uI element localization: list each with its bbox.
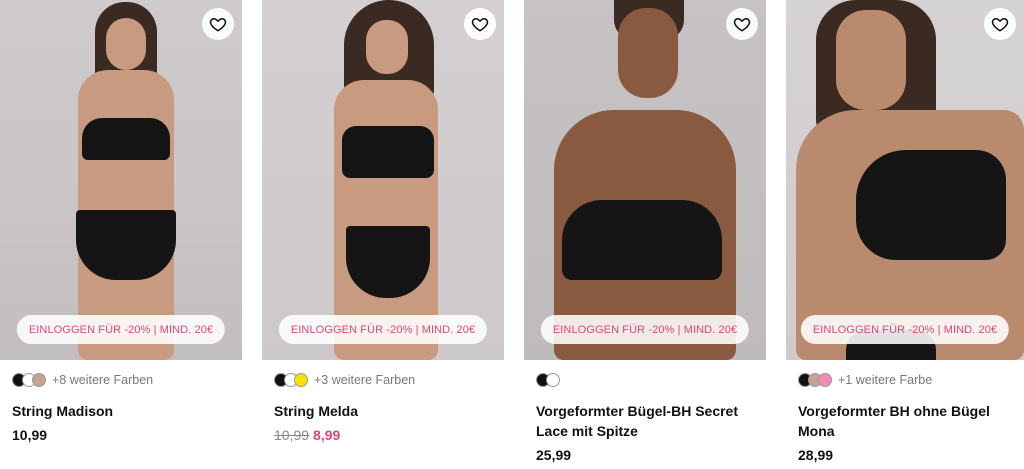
heart-icon [209,17,227,32]
color-swatch[interactable] [546,373,560,387]
more-colors-label[interactable]: +1 weitere Farbe [838,373,932,387]
product-price: 25,99 [536,447,572,463]
color-swatches: +8 weitere Farben [12,373,153,387]
promo-badge: EINLOGGEN FÜR -20% | MIND. 20€ [800,315,1010,344]
product-name[interactable]: String Madison [12,401,234,421]
wishlist-button[interactable] [984,8,1016,40]
product-image[interactable]: EINLOGGEN FÜR -20% | MIND. 20€ [262,0,504,360]
product-image[interactable]: EINLOGGEN FÜR -20% | MIND. 20€ [524,0,766,360]
product-image[interactable]: EINLOGGEN FÜR -20% | MIND. 20€ [786,0,1024,360]
product-photo [524,0,766,360]
product-name[interactable]: Vorgeformter Bügel-BH Secret Lace mit Sp… [536,401,758,441]
color-swatch[interactable] [818,373,832,387]
more-colors-label[interactable]: +8 weitere Farben [52,373,153,387]
wishlist-button[interactable] [464,8,496,40]
sale-price: 8,99 [313,427,341,443]
product-image[interactable]: EINLOGGEN FÜR -20% | MIND. 20€ [0,0,242,360]
product-card[interactable]: EINLOGGEN FÜR -20% | MIND. 20€ +8 weiter… [0,0,242,469]
wishlist-button[interactable] [202,8,234,40]
product-name[interactable]: Vorgeformter BH ohne Bügel Mona [798,401,1020,441]
product-price: 10,99 8,99 [274,427,340,443]
color-swatch[interactable] [32,373,46,387]
product-photo [0,0,242,360]
more-colors-label[interactable]: +3 weitere Farben [314,373,415,387]
product-card[interactable]: EINLOGGEN FÜR -20% | MIND. 20€ Vorgeform… [524,0,766,469]
heart-icon [733,17,751,32]
product-card[interactable]: EINLOGGEN FÜR -20% | MIND. 20€ +1 weiter… [786,0,1024,469]
product-price: 28,99 [798,447,834,463]
product-name[interactable]: String Melda [274,401,496,421]
product-card[interactable]: EINLOGGEN FÜR -20% | MIND. 20€ +3 weiter… [262,0,504,469]
promo-badge: EINLOGGEN FÜR -20% | MIND. 20€ [278,315,488,344]
color-swatch[interactable] [294,373,308,387]
wishlist-button[interactable] [726,8,758,40]
product-grid: EINLOGGEN FÜR -20% | MIND. 20€ +8 weiter… [0,0,1024,469]
color-swatches: +1 weitere Farbe [798,373,932,387]
heart-icon [991,17,1009,32]
promo-badge: EINLOGGEN FÜR -20% | MIND. 20€ [540,315,750,344]
heart-icon [471,17,489,32]
product-photo [786,0,1024,360]
color-swatches: +3 weitere Farben [274,373,415,387]
original-price: 10,99 [274,427,310,443]
color-swatches [536,373,560,387]
product-photo [262,0,504,360]
product-price: 10,99 [12,427,48,443]
promo-badge: EINLOGGEN FÜR -20% | MIND. 20€ [16,315,226,344]
